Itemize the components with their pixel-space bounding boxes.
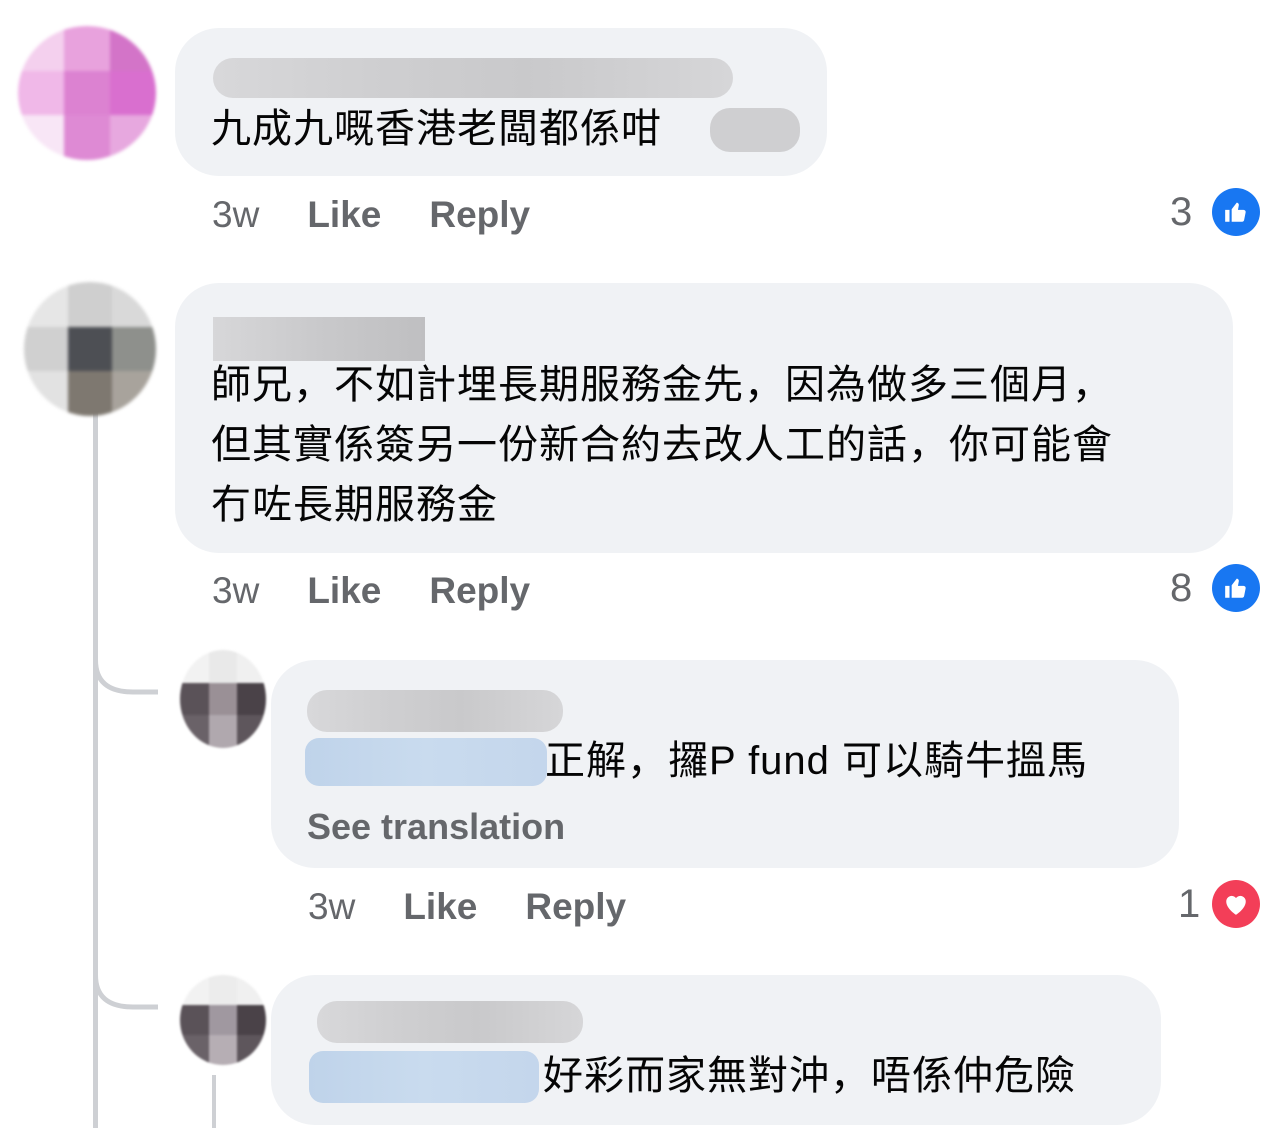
comment-bubble: 九成九嘅香港老闆都係咁 xyxy=(175,28,827,176)
like-button[interactable]: Like xyxy=(403,886,477,927)
comment-actions: 3w Like Reply xyxy=(212,194,578,236)
thread-connector-1 xyxy=(93,630,158,695)
avatar[interactable] xyxy=(18,26,156,160)
reply-button[interactable]: Reply xyxy=(429,194,530,235)
timestamp[interactable]: 3w xyxy=(212,194,259,235)
like-icon[interactable] xyxy=(1212,564,1260,612)
reaction-count[interactable]: 8 xyxy=(1170,566,1192,611)
like-icon[interactable] xyxy=(1212,188,1260,236)
reply-text: 正解，攞P fund 可以騎牛搵馬 xyxy=(545,739,1089,783)
author-name-redacted[interactable] xyxy=(317,1001,583,1043)
comment-bubble: 師兄，不如計埋長期服務金先，因為做多三個月， 但其實係簽另一份新合約去改人工的話… xyxy=(175,283,1233,553)
comment-text: 九成九嘅香港老闆都係咁 xyxy=(211,107,662,151)
comment-text-line: 師兄，不如計埋長期服務金先，因為做多三個月， xyxy=(211,363,1113,407)
author-name-redacted[interactable] xyxy=(307,690,563,732)
author-name-redacted[interactable] xyxy=(213,317,425,361)
thread-connector-2 xyxy=(93,945,158,1010)
reply-button[interactable]: Reply xyxy=(525,886,626,927)
timestamp[interactable]: 3w xyxy=(212,570,259,611)
reaction-count[interactable]: 3 xyxy=(1170,190,1192,235)
mention-redacted[interactable] xyxy=(305,738,547,786)
author-name-redacted[interactable] xyxy=(213,58,733,98)
emoji-redacted xyxy=(710,108,800,152)
reply-text: 好彩而家無對沖，唔係仲危險 xyxy=(543,1054,1076,1098)
reply-bubble: 正解，攞P fund 可以騎牛搵馬 See translation xyxy=(271,660,1179,868)
avatar[interactable] xyxy=(180,650,266,748)
love-icon[interactable] xyxy=(1212,880,1260,928)
reply-bubble: 好彩而家無對沖，唔係仲危險 xyxy=(271,975,1161,1125)
see-translation-link[interactable]: See translation xyxy=(307,806,565,848)
thread-line-reply xyxy=(212,1075,216,1128)
avatar[interactable] xyxy=(180,975,266,1065)
thread-line-main xyxy=(93,410,98,1128)
like-button[interactable]: Like xyxy=(307,570,381,611)
reply-button[interactable]: Reply xyxy=(429,570,530,611)
timestamp[interactable]: 3w xyxy=(308,886,355,927)
avatar[interactable] xyxy=(24,282,156,416)
like-button[interactable]: Like xyxy=(307,194,381,235)
comment-actions: 3w Like Reply xyxy=(212,570,578,612)
comment-text-line: 但其實係簽另一份新合約去改人工的話，你可能會 xyxy=(211,423,1113,467)
mention-redacted[interactable] xyxy=(309,1051,539,1103)
reaction-count[interactable]: 1 xyxy=(1178,882,1200,927)
reply-actions: 3w Like Reply xyxy=(308,886,674,928)
comment-text-line: 冇咗長期服務金 xyxy=(211,483,498,527)
